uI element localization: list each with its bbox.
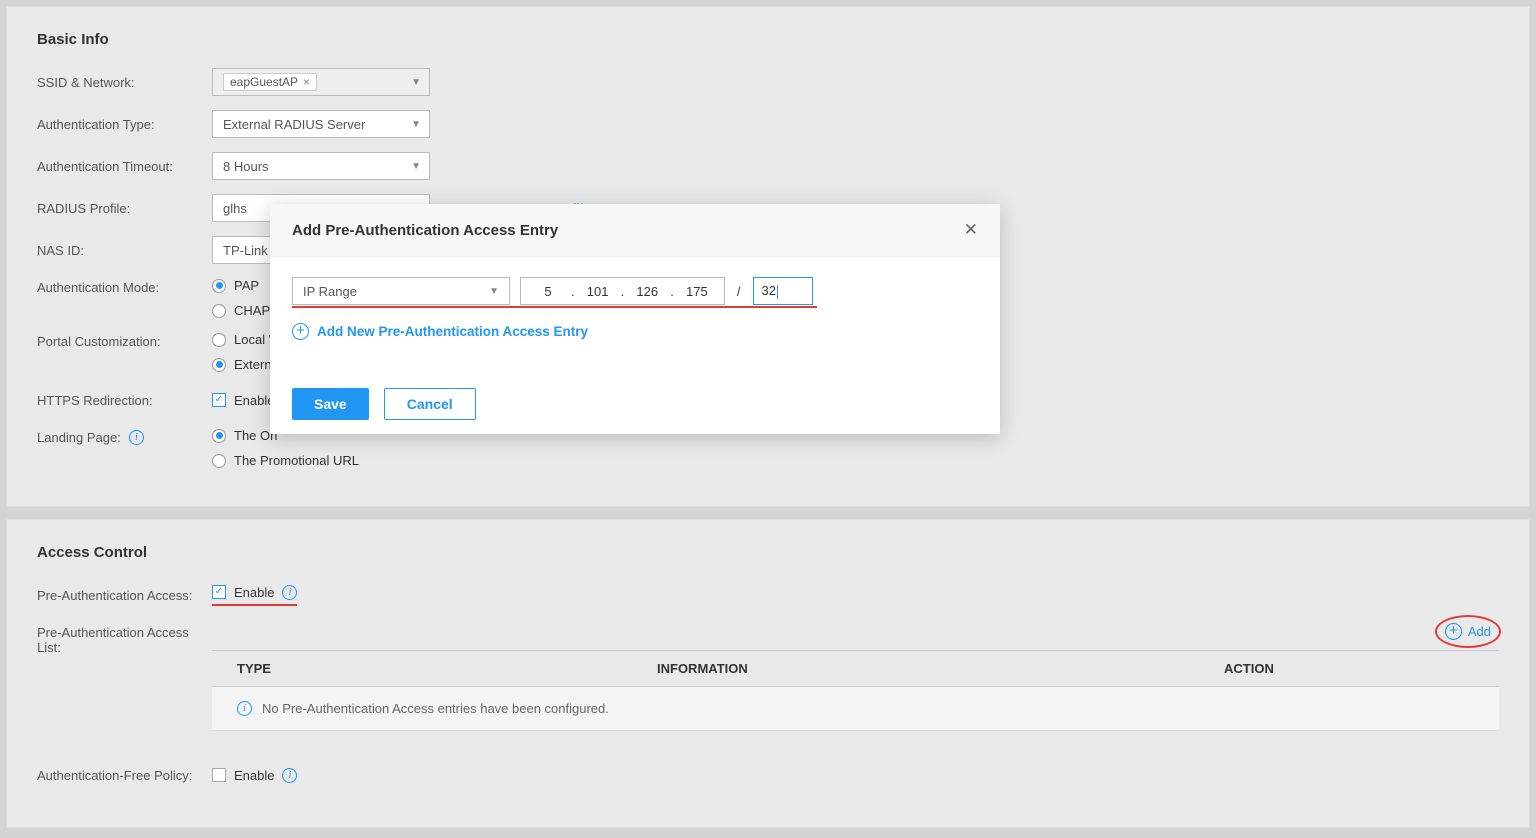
ip-octet-2[interactable] xyxy=(577,284,619,299)
ip-input[interactable]: . . . xyxy=(520,277,725,305)
ip-octet-4[interactable] xyxy=(676,284,718,299)
modal-title: Add Pre-Authentication Access Entry xyxy=(292,222,558,239)
radio-icon xyxy=(212,454,226,468)
authtype-select[interactable]: External RADIUS Server ▼ xyxy=(212,110,430,138)
preauth-label: Pre-Authentication Access: xyxy=(37,588,212,603)
nasid-label: NAS ID: xyxy=(37,243,212,258)
col-action: ACTION xyxy=(1224,661,1474,676)
authmode-pap-radio[interactable]: PAP xyxy=(212,278,270,293)
radio-icon xyxy=(212,304,226,318)
landing-label: Landing Page: i xyxy=(37,428,212,445)
close-icon[interactable]: × xyxy=(303,75,310,89)
info-icon: i xyxy=(237,701,252,716)
portal-label: Portal Customization: xyxy=(37,332,212,349)
add-preauth-modal: Add Pre-Authentication Access Entry ✕ IP… xyxy=(270,204,1000,434)
basic-info-title: Basic Info xyxy=(37,31,1499,48)
radio-icon xyxy=(212,333,226,347)
mask-input[interactable]: 32 xyxy=(753,277,813,305)
ssid-label: SSID & Network: xyxy=(37,75,212,90)
ip-octet-1[interactable] xyxy=(527,284,569,299)
info-icon[interactable]: i xyxy=(282,768,297,783)
table-empty-row: i No Pre-Authentication Access entries h… xyxy=(212,687,1499,731)
chevron-down-icon: ▼ xyxy=(411,119,421,130)
radius-label: RADIUS Profile: xyxy=(37,201,212,216)
authfree-label: Authentication-Free Policy: xyxy=(37,768,212,783)
chevron-down-icon: ▼ xyxy=(411,77,421,88)
close-icon[interactable]: ✕ xyxy=(964,220,978,240)
ip-octet-3[interactable] xyxy=(626,284,668,299)
preauth-enable-checkbox[interactable]: ✓ Enable xyxy=(212,585,274,600)
access-control-panel: Access Control Pre-Authentication Access… xyxy=(6,519,1530,828)
timeout-select[interactable]: 8 Hours ▼ xyxy=(212,152,430,180)
plus-icon: + xyxy=(1445,623,1462,640)
col-type: TYPE xyxy=(237,661,657,676)
cancel-button[interactable]: Cancel xyxy=(384,388,476,420)
checkbox-icon: ✓ xyxy=(212,393,226,407)
preauth-list-label: Pre-Authentication Access List: xyxy=(37,623,212,655)
https-label: HTTPS Redirection: xyxy=(37,393,212,408)
timeout-label: Authentication Timeout: xyxy=(37,159,212,174)
info-icon[interactable]: i xyxy=(129,430,144,445)
radio-icon xyxy=(212,429,226,443)
access-control-title: Access Control xyxy=(37,544,1499,561)
authfree-enable-checkbox[interactable]: ✓ Enable xyxy=(212,768,274,783)
landing-promo-radio[interactable]: The Promotional URL xyxy=(212,453,359,468)
radio-icon xyxy=(212,279,226,293)
table-header: TYPE INFORMATION ACTION xyxy=(212,650,1499,687)
https-enable-checkbox[interactable]: ✓Enable xyxy=(212,393,274,408)
checkbox-icon: ✓ xyxy=(212,768,226,782)
info-icon[interactable]: i xyxy=(282,585,297,600)
checkbox-icon: ✓ xyxy=(212,585,226,599)
save-button[interactable]: Save xyxy=(292,388,369,420)
radio-icon xyxy=(212,358,226,372)
plus-icon: + xyxy=(292,323,309,340)
authtype-label: Authentication Type: xyxy=(37,117,212,132)
add-button[interactable]: + Add xyxy=(1445,623,1491,640)
chevron-down-icon: ▼ xyxy=(489,286,499,297)
add-new-entry-link[interactable]: + Add New Pre-Authentication Access Entr… xyxy=(292,323,978,340)
authmode-chap-radio[interactable]: CHAP xyxy=(212,303,270,318)
col-info: INFORMATION xyxy=(657,661,1224,676)
chevron-down-icon: ▼ xyxy=(411,161,421,172)
entry-type-select[interactable]: IP Range ▼ xyxy=(292,277,510,305)
authmode-label: Authentication Mode: xyxy=(37,278,212,295)
ssid-select[interactable]: eapGuestAP× ▼ xyxy=(212,68,430,96)
